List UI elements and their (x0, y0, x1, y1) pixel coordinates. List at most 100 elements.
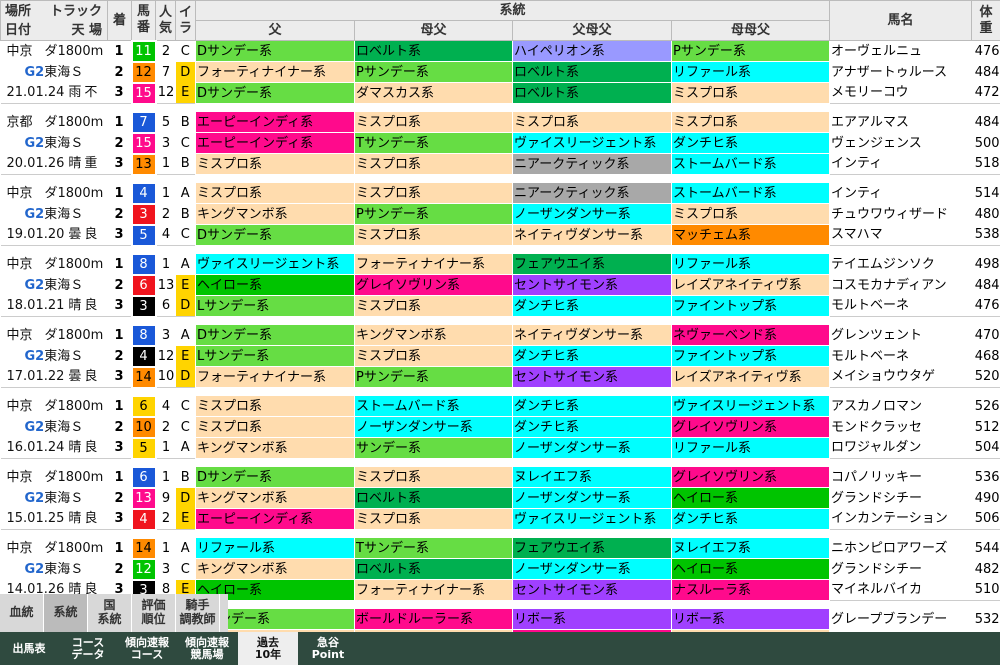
race-weather: 晴 (68, 156, 82, 172)
horse-name[interactable]: アスカノロマン (830, 396, 972, 417)
maintab-3[interactable]: 傾向速報 競馬場 (178, 632, 236, 665)
header-father: 父 (195, 20, 355, 41)
horse-name[interactable]: インティ (830, 183, 972, 204)
table-row[interactable]: G2東海Ｓ 2 4 12 E Lサンデー系 ミスプロ系 ダンチヒ系 ファイントップ系 モルトベーネ… (0, 344, 1000, 368)
race-separator (0, 529, 1000, 538)
race-track: ダ1800m (44, 469, 104, 485)
mmfather-line: リファール系 (670, 61, 831, 83)
ira: D (175, 295, 196, 317)
mmfather-line: レイズアネイティヴ系 (670, 274, 831, 296)
table-row[interactable]: 中京 ダ1800m 1 6 4 C ミスプロ系 ストームバード系 ダンチヒ系 ヴァイスリージェント… (0, 394, 1000, 418)
rank: 1 (114, 327, 124, 343)
mmfather-line: ミスプロ系 (670, 82, 831, 104)
ira: B (180, 114, 190, 130)
horse-name[interactable]: グレープブランデー (830, 609, 972, 630)
subtab-3[interactable]: 評価 順位 (132, 594, 176, 632)
mmfather-line: ミスプロ系 (670, 111, 831, 133)
table-row[interactable]: 中京 ダ1800m 1 4 1 A ミスプロ系 ミスプロ系 ニアークティック系 ストームバード系イ… (0, 181, 1000, 205)
horse-name[interactable]: スマハマ (830, 225, 972, 246)
race-info-cell: G2東海Ｓ (0, 274, 108, 296)
table-row[interactable]: G2東海Ｓ 2 12 7 D フォーティナイナー系 Pサンデー系 ロベルト系 リファール系 アナザ… (0, 60, 1000, 84)
table-row[interactable]: G2東海Ｓ 2 10 2 C ミスプロ系 ノーザンダンサー系 ダンチヒ系 グレイソヴリン系 モンド… (0, 415, 1000, 439)
maintab-1[interactable]: コース データ (60, 632, 116, 665)
umaban: 14 (130, 536, 157, 560)
ffather-line: ハイペリオン系 (512, 40, 672, 62)
table-row[interactable]: G2東海Ｓ 2 13 9 D キングマンボ系 ロベルト系 ノーザンダンサー系 ヘイロー系 グランド… (0, 486, 1000, 510)
table-row[interactable]: 中京 ダ1800m 1 6 1 B Dサンデー系 ミスプロ系 ヌレイエフ系 グレイソヴリン系 コパノ… (0, 465, 1000, 489)
table-row[interactable]: 中京 ダ1800m 1 11 2 C Dサンデー系 ロベルト系 ハイペリオン系 Pサンデー系 オーヴ… (0, 39, 1000, 63)
table-row[interactable]: 中京 ダ1800m 1 8 3 A Dサンデー系 キングマンボ系 ネイティヴダンサー系 ネヴァーベ… (0, 323, 1000, 347)
subtab-2[interactable]: 国 系統 (88, 594, 132, 632)
maintab-4[interactable]: 過去 10年 (238, 632, 298, 665)
rank: 3 (114, 85, 124, 101)
subtab-1[interactable]: 系統 (44, 594, 88, 632)
horse-name[interactable]: モルトベーネ (830, 346, 972, 367)
rank: 2 (114, 135, 124, 151)
table-row[interactable]: G2東海Ｓ 2 3 2 B キングマンボ系 Pサンデー系 ノーザンダンサー系 ミスプロ系 チュウワ… (0, 202, 1000, 226)
maintab-0[interactable]: 出馬表 (0, 632, 58, 665)
table-row[interactable]: 中京 ダ1800m 1 8 1 A ヴァイスリージェント系 フォーティナイナー系 フェアウエイ系… (0, 252, 1000, 276)
horse-name[interactable]: インカンテーション (830, 509, 972, 530)
table-row[interactable]: 15.01.25 晴良 3 4 2 E エーピーインディ系 ミスプロ系 ヴァイスリージェント系ダ… (0, 507, 1000, 531)
maintab-2[interactable]: 傾向速報 コース (118, 632, 176, 665)
table-row[interactable]: 京都 ダ1800m 1 7 5 B エーピーインディ系 ミスプロ系 ミスプロ系 ミスプロ系 エアアル… (0, 110, 1000, 134)
ira: C (180, 419, 190, 435)
horse-name[interactable]: チュウワウィザード (830, 204, 972, 225)
table-row[interactable]: 19.01.20 曇良 3 5 4 C Dサンデー系 ミスプロ系 ネイティヴダンサー系 マッチェム… (0, 223, 1000, 247)
mfather-line: サンデー系 (354, 437, 513, 459)
table-row[interactable]: 20.01.26 晴重 3 13 1 B ミスプロ系 ミスプロ系 ニアークティック系 ストームバー… (0, 152, 1000, 176)
subtab-4[interactable]: 騎手 調教師 (176, 594, 220, 632)
table-row[interactable]: G2東海Ｓ 2 15 3 C エーピーインディ系 Tサンデー系 ヴァイスリージェント系 ダンチヒ… (0, 131, 1000, 155)
horse-name[interactable]: ニホンピロアワーズ (830, 538, 972, 559)
race-info-cell: 中京ダ1800m (0, 537, 108, 559)
maintab-5[interactable]: 急谷 Point (300, 632, 356, 665)
horse-name[interactable]: エアアルマス (830, 112, 972, 133)
ira: E (175, 508, 196, 530)
horse-name[interactable]: アナザートゥルース (830, 62, 972, 83)
horse-name[interactable]: マイネルバイカ (830, 580, 972, 601)
table-row[interactable]: 21.01.24 雨不 3 15 12 E Dサンデー系 ダマスカス系 ロベルト系 ミスプロ系 メモ… (0, 81, 1000, 105)
ffather-line: セントサイモン系 (512, 579, 672, 601)
horse-name[interactable]: コスモカナディアン (830, 275, 972, 296)
subtab-0[interactable]: 血統 (0, 594, 44, 632)
race-info-cell: G2東海Ｓ (0, 487, 108, 509)
horse-name[interactable]: テイエムジンソク (830, 254, 972, 275)
rank: 2 (114, 277, 124, 293)
ninki: 1 (161, 469, 171, 485)
horse-name[interactable]: グランドシチー (830, 488, 972, 509)
ninki: 1 (161, 156, 171, 172)
ffather-line: セントサイモン系 (512, 274, 672, 296)
separator-cell (0, 103, 1000, 112)
mfather-line: グレイソヴリン系 (354, 274, 513, 296)
table-row[interactable]: 16.01.24 晴良 3 5 1 A キングマンボ系 サンデー系 ノーザンダンサー系 リファール… (0, 436, 1000, 460)
horse-name[interactable]: モルトベーネ (830, 296, 972, 317)
table-row[interactable]: G2東海Ｓ 2 6 13 E ヘイロー系 グレイソヴリン系 セントサイモン系 レイズアネイティヴ… (0, 273, 1000, 297)
ffather-line: ダンチヒ系 (512, 345, 672, 367)
race-date: 18.01.21 (6, 298, 65, 314)
horse-name[interactable]: ロワジャルダン (830, 438, 972, 459)
horse-name[interactable]: コパノリッキー (830, 467, 972, 488)
table-row[interactable]: 中京 ダ1800m 1 14 1 A リファール系 Tサンデー系 フェアウエイ系 ヌレイエフ系 ニホ… (0, 536, 1000, 560)
ira: A (180, 256, 190, 272)
ninki: 1 (161, 540, 171, 556)
rank: 3 (114, 298, 124, 314)
race-separator (0, 387, 1000, 396)
horse-name[interactable]: グレンツェント (830, 325, 972, 346)
rank: 3 (114, 369, 124, 385)
ffather-line: フェアウエイ系 (512, 537, 672, 559)
father-line: フォーティナイナー系 (195, 366, 355, 388)
race-condition: 不 (84, 85, 98, 101)
horse-name[interactable]: ヴェンジェンス (830, 133, 972, 154)
horse-name[interactable]: インティ (830, 154, 972, 175)
horse-name[interactable]: グランドシチー (830, 559, 972, 580)
table-row[interactable]: G2東海Ｓ 2 12 3 C キングマンボ系 ロベルト系 ノーザンダンサー系 ヘイロー系 グランド… (0, 557, 1000, 581)
rank: 2 (114, 64, 124, 80)
ninki: 12 (157, 348, 175, 364)
horse-name[interactable]: オーヴェルニュ (830, 41, 972, 62)
horse-name[interactable]: メモリーコウ (830, 83, 972, 104)
horse-name[interactable]: メイショウウタゲ (830, 367, 972, 388)
race-name: 東海Ｓ (44, 135, 84, 151)
horse-name[interactable]: モンドクラッセ (830, 417, 972, 438)
table-row[interactable]: 17.01.22 曇良 3 14 10 D フォーティナイナー系 Pサンデー系 セントサイモン系… (0, 365, 1000, 389)
table-row[interactable]: 18.01.21 晴良 3 3 6 D Lサンデー系 ミスプロ系 ダンチヒ系 ファイントップ系 モル… (0, 294, 1000, 318)
